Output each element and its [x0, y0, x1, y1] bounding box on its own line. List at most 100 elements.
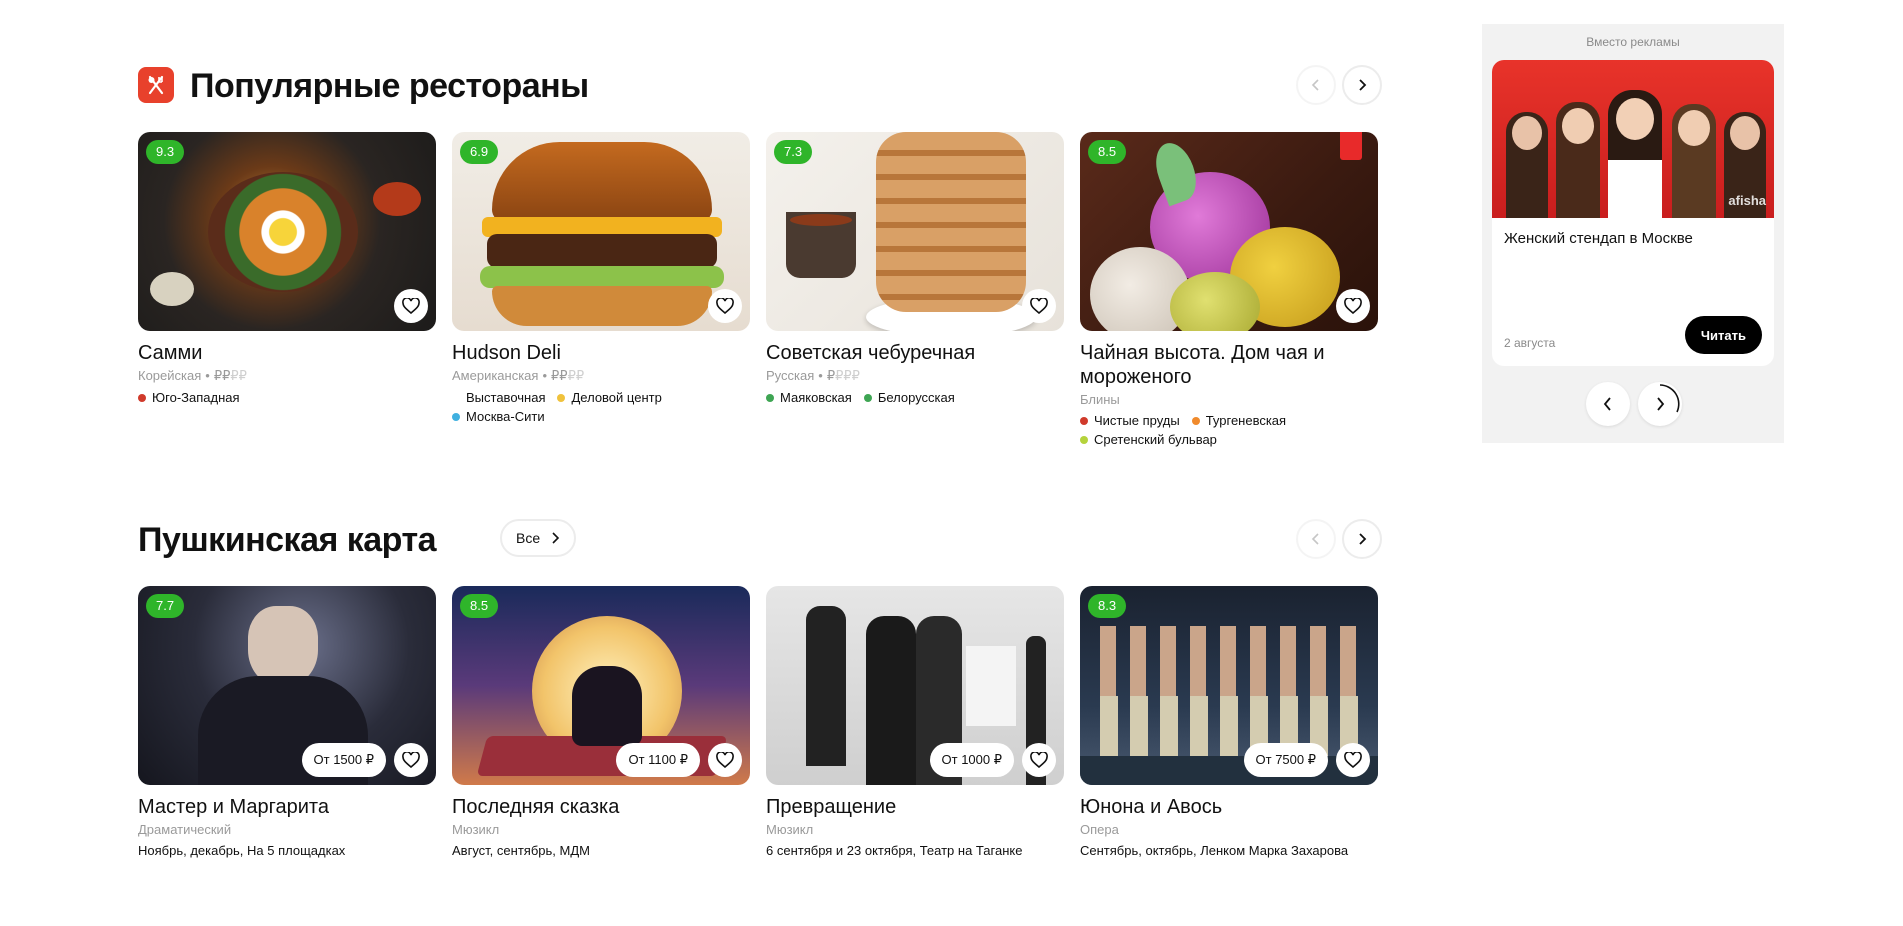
rating-badge: 7.3: [774, 140, 813, 164]
restaurant-name[interactable]: Самми: [138, 341, 436, 365]
event-name[interactable]: Юнона и Авось: [1080, 795, 1378, 819]
event-name[interactable]: Мастер и Маргарита: [138, 795, 436, 819]
price-pill: От 1500 ₽: [301, 743, 386, 777]
heart-icon: [716, 752, 734, 768]
restaurant-photo[interactable]: 7.3: [766, 132, 1064, 331]
restaurant-meta: Русская • ₽₽₽₽: [766, 368, 860, 383]
progress-ring-icon: [1659, 384, 1680, 413]
metro-station: Юго-Западная: [138, 390, 240, 405]
price-pill: От 7500 ₽: [1243, 743, 1328, 777]
event-genre: Опера: [1080, 822, 1119, 837]
metro-station: Маяковская: [766, 390, 852, 405]
heart-icon: [1344, 752, 1362, 768]
event-dates: Сентябрь, октябрь, Ленком Марка Захарова: [1080, 843, 1349, 858]
event-dates: Август, сентябрь, МДМ: [452, 843, 590, 858]
restaurant-photo[interactable]: 9.3: [138, 132, 436, 331]
ad-next-button[interactable]: [1638, 382, 1682, 426]
restaurant-card[interactable]: 9.3 Самми Корейская • ₽₽₽₽ Юго-Западная: [138, 132, 436, 447]
restaurant-card[interactable]: 8.5 Чайная высота. Дом чая и мороженого …: [1080, 132, 1378, 447]
metro-station: Выставочная: [452, 390, 545, 405]
event-photo[interactable]: От 1000 ₽: [766, 586, 1064, 785]
heart-icon: [402, 298, 420, 314]
heart-icon: [1344, 298, 1362, 314]
favorite-button[interactable]: [1336, 289, 1370, 323]
event-photo[interactable]: 7.7 От 1500 ₽: [138, 586, 436, 785]
rating-badge: 8.3: [1088, 594, 1127, 618]
restaurant-photo[interactable]: 8.5: [1080, 132, 1378, 331]
rating-badge: 9.3: [146, 140, 185, 164]
favorite-button[interactable]: [1022, 289, 1056, 323]
metro-station: Сретенский бульвар: [1080, 432, 1217, 447]
rating-badge: 6.9: [460, 140, 499, 164]
event-card[interactable]: От 1000 ₽ Превращение Мюзикл 6 сентября …: [766, 586, 1064, 858]
event-photo[interactable]: 8.3 От 7500 ₽: [1080, 586, 1378, 785]
event-name[interactable]: Последняя сказка: [452, 795, 750, 819]
event-card[interactable]: 7.7 От 1500 ₽ Мастер и Маргарита Драмати…: [138, 586, 436, 858]
next-button[interactable]: [1342, 65, 1382, 105]
ad-card[interactable]: afisha Женский стендап в Москве 2 август…: [1492, 60, 1774, 366]
all-button-label: Все: [516, 530, 541, 546]
heart-icon: [716, 298, 734, 314]
event-genre: Мюзикл: [452, 822, 500, 837]
event-photo[interactable]: 8.5 От 1100 ₽: [452, 586, 750, 785]
favorite-button[interactable]: [1336, 743, 1370, 777]
restaurants-section: Популярные рестораны 9.3 Самми Корейская…: [138, 64, 1382, 447]
prev-button[interactable]: [1296, 519, 1336, 559]
event-dates: 6 сентября и 23 октября, Театр на Таганк…: [766, 843, 1023, 858]
chevron-right-icon: [552, 532, 560, 544]
favorite-button[interactable]: [708, 289, 742, 323]
favorite-button[interactable]: [708, 743, 742, 777]
restaurant-name[interactable]: Hudson Deli: [452, 341, 750, 365]
ad-title[interactable]: Женский стендап в Москве: [1492, 218, 1774, 247]
event-genre: Мюзикл: [766, 822, 814, 837]
restaurant-card[interactable]: 7.3 Советская чебуречная Русская • ₽₽₽₽ Ма…: [766, 132, 1064, 447]
ad-sidebar: Вместо рекламы afisha Женский стендап в …: [1482, 24, 1784, 443]
chevron-left-icon: [1311, 79, 1319, 91]
ad-image-caption: afisha: [1728, 193, 1766, 208]
event-dates: Ноябрь, декабрь, На 5 площадках: [138, 843, 346, 858]
ad-date: 2 августа: [1504, 336, 1556, 350]
restaurant-icon: [138, 67, 174, 103]
restaurant-name[interactable]: Советская чебуречная: [766, 341, 1064, 365]
rating-badge: 8.5: [1088, 140, 1127, 164]
metro-station: Белорусская: [863, 390, 955, 405]
ad-prev-button[interactable]: [1586, 382, 1630, 426]
all-button[interactable]: Все: [500, 519, 577, 557]
restaurant-meta: Блины: [1080, 392, 1120, 407]
metro-station: Москва-Сити: [452, 409, 545, 424]
ad-image[interactable]: afisha: [1492, 60, 1774, 218]
metro-station: Тургеневская: [1191, 413, 1286, 428]
price-pill: От 1000 ₽: [929, 743, 1014, 777]
restaurant-meta: Американская • ₽₽₽₽: [452, 368, 585, 383]
favorite-button[interactable]: [394, 743, 428, 777]
ad-label: Вместо рекламы: [1586, 35, 1680, 49]
section-title: Пушкинская карта: [138, 521, 437, 559]
pushkin-section: Пушкинская карта Все 7.7 От 1500 ₽ Масте…: [138, 518, 1382, 858]
rating-badge: 7.7: [146, 594, 185, 618]
event-card[interactable]: 8.5 От 1100 ₽ Последняя сказка Мюзикл Ав…: [452, 586, 750, 858]
next-button[interactable]: [1342, 519, 1382, 559]
prev-button[interactable]: [1296, 65, 1336, 105]
heart-icon: [402, 752, 420, 768]
restaurant-meta: Корейская • ₽₽₽₽: [138, 368, 247, 383]
restaurant-photo[interactable]: 6.9: [452, 132, 750, 331]
chevron-left-icon: [1311, 533, 1319, 545]
event-genre: Драматический: [138, 822, 232, 837]
heart-icon: [1030, 298, 1048, 314]
restaurant-card[interactable]: 6.9 Hudson Deli Американская • ₽₽₽₽ Выстав…: [452, 132, 750, 447]
section-title: Популярные рестораны: [190, 67, 589, 105]
heart-icon: [1030, 752, 1048, 768]
event-card[interactable]: 8.3 От 7500 ₽ Юнона и Авось Опера Сентяб…: [1080, 586, 1378, 858]
restaurant-name[interactable]: Чайная высота. Дом чая и мороженого: [1080, 341, 1378, 389]
chevron-right-icon: [1359, 79, 1367, 91]
chevron-right-icon: [1359, 533, 1367, 545]
favorite-button[interactable]: [1022, 743, 1056, 777]
event-name[interactable]: Превращение: [766, 795, 1064, 819]
metro-station: Чистые пруды: [1080, 413, 1180, 428]
bookmark-ribbon: [1340, 132, 1362, 160]
favorite-button[interactable]: [394, 289, 428, 323]
chevron-left-icon: [1603, 397, 1611, 411]
read-button[interactable]: Читать: [1684, 316, 1762, 354]
price-pill: От 1100 ₽: [616, 743, 700, 777]
rating-badge: 8.5: [460, 594, 499, 618]
